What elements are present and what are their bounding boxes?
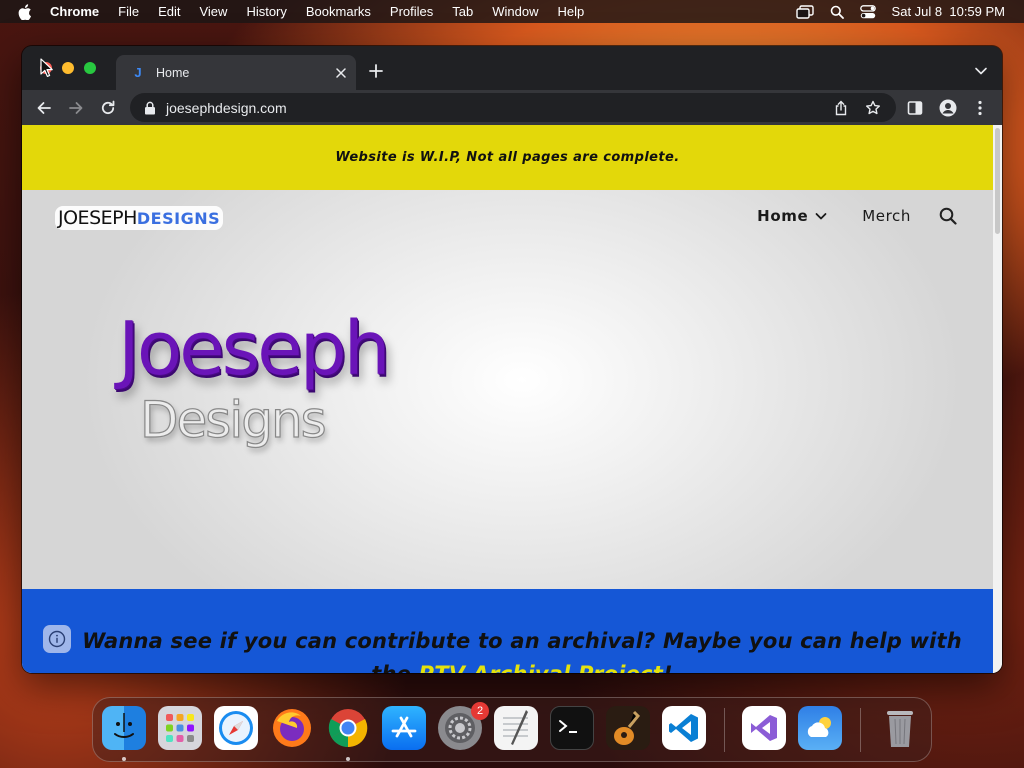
menu-history[interactable]: History — [246, 4, 286, 19]
nav-home-label: Home — [757, 207, 809, 225]
dock-finder-icon[interactable] — [102, 706, 146, 750]
info-icon — [43, 625, 71, 653]
menu-bookmarks[interactable]: Bookmarks — [306, 4, 371, 19]
menu-help[interactable]: Help — [558, 4, 585, 19]
tab-close-icon[interactable] — [332, 64, 350, 82]
page-viewport[interactable]: Website is W.I.P, Not all pages are comp… — [22, 125, 1002, 673]
mouse-cursor-icon — [40, 58, 53, 77]
site-search-icon[interactable] — [939, 207, 957, 225]
site-favicon-icon: J — [134, 65, 142, 80]
control-center-icon[interactable] — [859, 4, 876, 19]
address-bar[interactable]: joesephdesign.com — [130, 93, 896, 122]
tab-search-chevron-icon[interactable] — [974, 64, 988, 78]
dock-visual-studio-icon[interactable] — [742, 706, 786, 750]
window-fullscreen-button[interactable] — [84, 62, 96, 74]
menu-tab[interactable]: Tab — [452, 4, 473, 19]
side-panel-icon[interactable] — [905, 98, 925, 118]
hero-title: Joeseph — [118, 306, 391, 392]
reload-icon[interactable] — [98, 98, 118, 118]
dock-firefox-icon[interactable] — [270, 706, 314, 750]
chrome-window: J Home joesephdesign.com Website is W.I.… — [22, 46, 1002, 673]
dock: 2 — [92, 697, 932, 762]
window-minimize-button[interactable] — [62, 62, 74, 74]
site-logo[interactable]: JOESEPH DESIGNS — [55, 206, 224, 230]
banner-text: Wanna see if you can contribute to an ar… — [82, 625, 962, 673]
dock-chrome-icon[interactable] — [326, 706, 370, 750]
more-menu-icon[interactable] — [970, 98, 990, 118]
settings-badge: 2 — [471, 702, 489, 720]
banner-text-end: ! — [663, 662, 673, 673]
dock-terminal-icon[interactable] — [550, 706, 594, 750]
menu-edit[interactable]: Edit — [158, 4, 180, 19]
menu-profiles[interactable]: Profiles — [390, 4, 433, 19]
dock-vscode-icon[interactable] — [662, 706, 706, 750]
page-scrollbar[interactable] — [993, 125, 1002, 673]
profile-avatar-icon[interactable] — [938, 98, 958, 118]
site-logo-part1: JOESEPH — [58, 207, 137, 229]
finder-running-indicator — [122, 757, 126, 761]
dock-separator — [724, 708, 725, 752]
apple-menu-icon[interactable] — [18, 3, 34, 20]
hero-subtitle: Designs — [139, 391, 327, 449]
lock-icon[interactable] — [144, 101, 156, 115]
wip-notice-bar: Website is W.I.P, Not all pages are comp… — [22, 125, 993, 190]
archival-banner: Wanna see if you can contribute to an ar… — [22, 589, 993, 673]
wip-notice-text: Website is W.I.P, Not all pages are comp… — [335, 150, 680, 165]
dock-trash-icon[interactable] — [878, 706, 922, 750]
url-text[interactable]: joesephdesign.com — [166, 100, 832, 116]
menu-app-chrome[interactable]: Chrome — [50, 4, 99, 19]
new-tab-plus-icon[interactable] — [367, 62, 385, 80]
forward-arrow-icon[interactable] — [66, 98, 86, 118]
macos-menu-bar: Chrome File Edit View History Bookmarks … — [0, 0, 1024, 23]
dock-separator-2 — [860, 708, 861, 752]
dock-textedit-icon[interactable] — [494, 706, 538, 750]
dock-safari-icon[interactable] — [214, 706, 258, 750]
screen-mirroring-icon[interactable] — [795, 4, 814, 19]
dock-app-store-icon[interactable] — [382, 706, 426, 750]
nav-home-link[interactable]: Home — [757, 207, 827, 225]
back-arrow-icon[interactable] — [34, 98, 54, 118]
tab-strip: J Home — [22, 46, 1002, 90]
ptv-archival-project-link[interactable]: PTV Archival Project — [419, 662, 663, 673]
chrome-running-indicator — [346, 757, 350, 761]
menu-clock[interactable]: Sat Jul 8 10:59 PM — [892, 4, 1005, 19]
page-scrollbar-thumb[interactable] — [995, 128, 1000, 234]
browser-toolbar: joesephdesign.com — [22, 90, 1002, 125]
tab-home[interactable]: J Home — [116, 55, 356, 90]
site-logo-part2: DESIGNS — [136, 208, 221, 228]
menu-file[interactable]: File — [118, 4, 139, 19]
nav-merch-link[interactable]: Merch — [862, 207, 911, 225]
dock-garageband-icon[interactable] — [606, 706, 650, 750]
dock-launchpad-icon[interactable] — [158, 706, 202, 750]
site-navigation: Home Merch — [757, 207, 957, 225]
chevron-down-icon — [815, 213, 827, 220]
spotlight-search-icon[interactable] — [830, 5, 844, 19]
menu-view[interactable]: View — [199, 4, 227, 19]
menu-window[interactable]: Window — [492, 4, 538, 19]
bookmark-star-icon[interactable] — [864, 99, 882, 117]
dock-weather-icon[interactable] — [798, 706, 842, 750]
tab-title: Home — [156, 65, 190, 80]
hero-section: JOESEPH DESIGNS Home Merch Joeseph Desig… — [22, 190, 993, 589]
share-icon[interactable] — [832, 99, 850, 117]
